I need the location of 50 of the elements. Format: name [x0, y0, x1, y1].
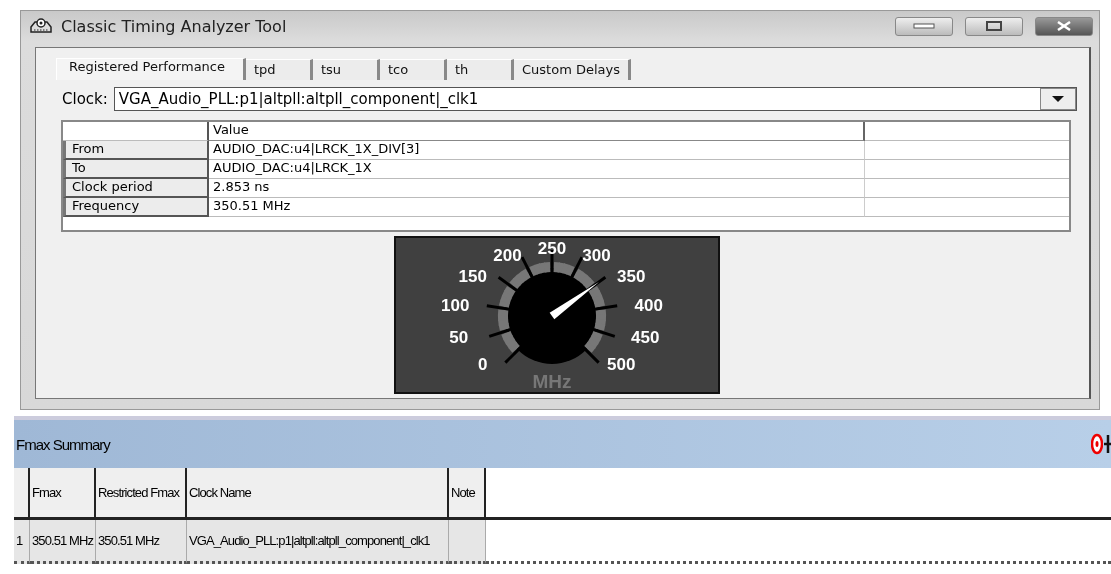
- table-cell: 2.853 ns: [209, 179, 865, 198]
- gauge-tick-label: 150: [458, 267, 487, 287]
- row-header: Clock period: [63, 179, 209, 198]
- gauge-tick-label: 350: [616, 267, 645, 287]
- row-header: Frequency: [63, 198, 209, 217]
- table-cell: VGA_Audio_PLL:p1|altpll:altpll_component|_clk1: [187, 520, 449, 564]
- table-cell: AUDIO_DAC:u4|LRCK_1X: [209, 160, 865, 179]
- target-icon: [1091, 433, 1103, 455]
- gauge-tick-label: 200: [492, 246, 522, 266]
- table-cell: 350.51 MHz: [209, 198, 865, 217]
- gauge-tick-label: 100: [440, 296, 469, 316]
- tab[interactable]: Registered Performance: [56, 58, 246, 80]
- column-header: Note: [449, 468, 486, 520]
- tab[interactable]: tco: [380, 59, 447, 80]
- table-cell: 350.51 MHz: [30, 520, 96, 564]
- row-header: To: [63, 160, 209, 179]
- maximize-button[interactable]: [965, 16, 1023, 36]
- tab[interactable]: tsu: [313, 59, 380, 80]
- gauge-tick-label: 500: [606, 355, 635, 375]
- gauge-tick-label: 250: [537, 239, 566, 258]
- corner-cell: [14, 468, 30, 520]
- minimize-button[interactable]: [895, 16, 953, 36]
- device-icon: [29, 17, 53, 35]
- gauge-tick-label: 0: [477, 355, 487, 375]
- tab[interactable]: th: [447, 59, 514, 80]
- column-header: Value: [209, 122, 865, 141]
- column-header: Fmax: [30, 468, 96, 520]
- row-header: From: [63, 141, 209, 160]
- panel-title: Fmax Summary: [16, 435, 112, 453]
- table-cell: [449, 520, 486, 564]
- gauge-tick-label: 50: [448, 328, 468, 347]
- minimize-icon: [913, 23, 935, 29]
- gauge-needle: [549, 281, 599, 320]
- tab[interactable]: Custom Delays: [514, 59, 631, 80]
- row-number: 1: [14, 520, 30, 564]
- column-header: Clock Name: [187, 468, 449, 520]
- window-title: Classic Timing Analyzer Tool: [61, 16, 288, 36]
- gauge-tick-label: 450: [630, 328, 659, 347]
- close-icon: [1055, 21, 1073, 31]
- tab[interactable]: tpd: [246, 59, 313, 80]
- caret-icon: [1052, 96, 1064, 102]
- clock-dropdown[interactable]: VGA_Audio_PLL:p1|altpll:altpll_component|_clk1: [113, 87, 1077, 111]
- gauge-tick-label: 400: [634, 296, 663, 316]
- gauge-tick-label: 300: [581, 246, 611, 266]
- column-header: Restricted Fmax: [96, 468, 187, 520]
- maximize-icon: [986, 21, 1002, 31]
- table-cell: 350.51 MHz: [96, 520, 187, 564]
- table-cell: AUDIO_DAC:u4|LRCK_1X_DIV[3]: [209, 141, 865, 160]
- close-button[interactable]: [1035, 16, 1093, 36]
- clock-label: Clock:: [62, 90, 108, 108]
